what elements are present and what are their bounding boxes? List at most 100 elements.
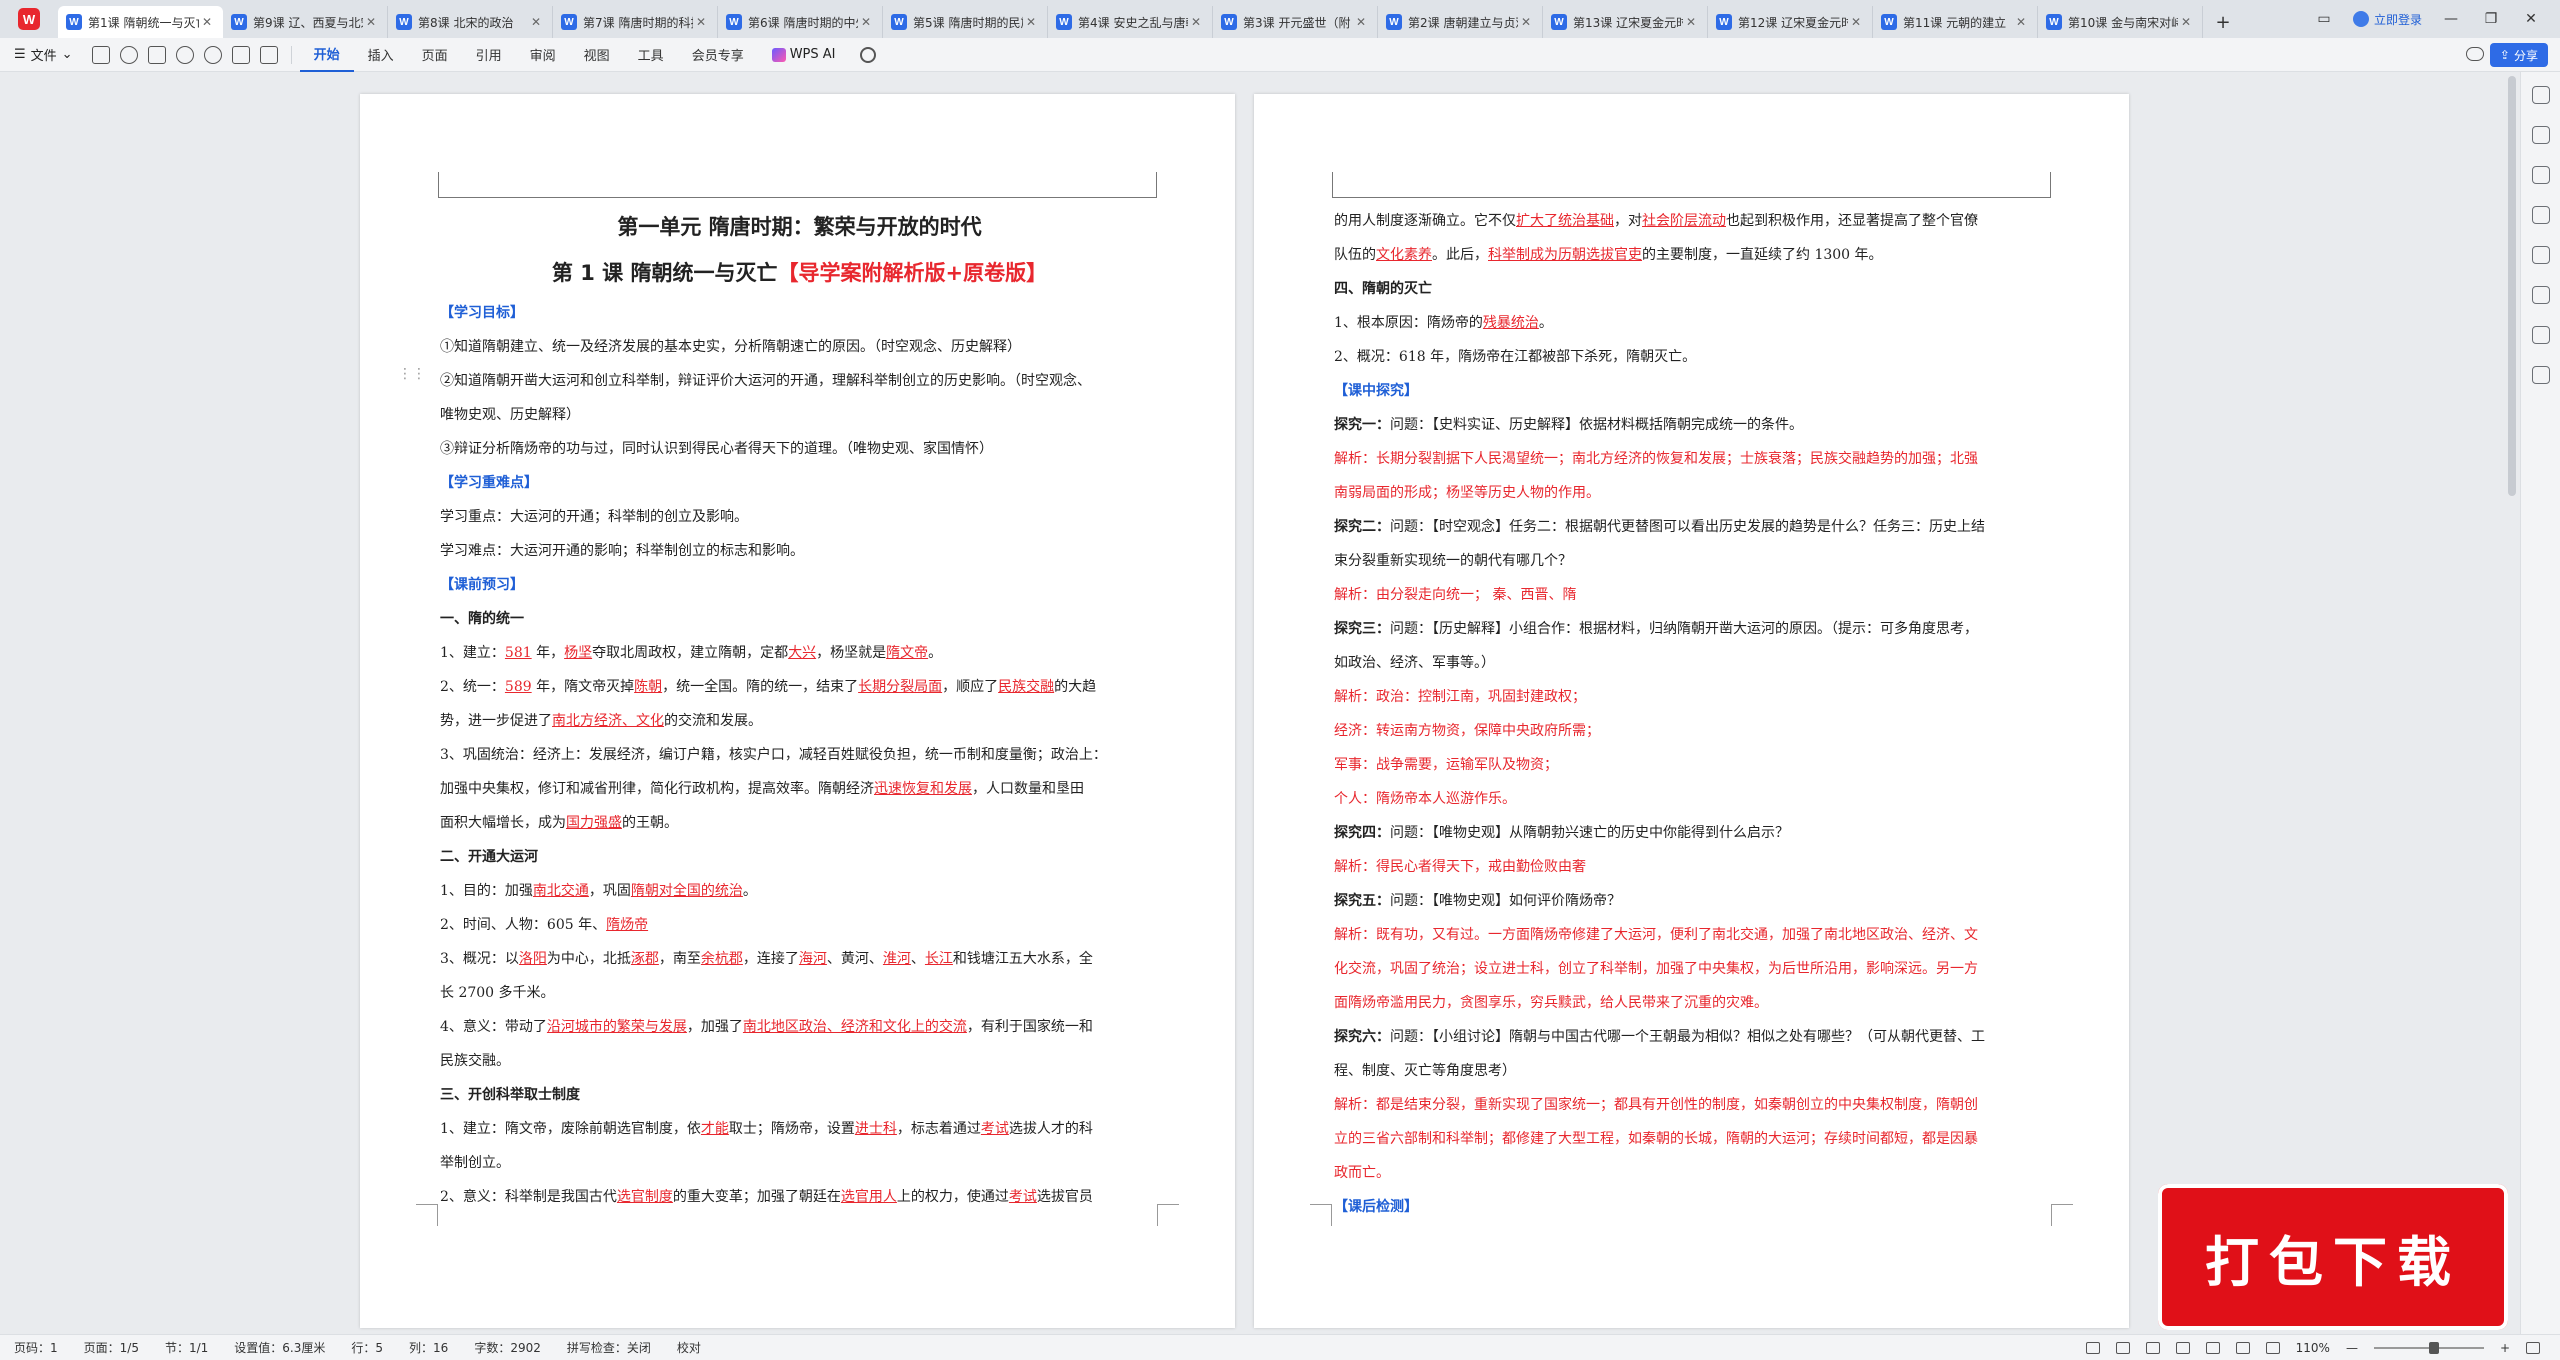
close-tab-icon[interactable]: ✕	[2013, 15, 2029, 29]
divider	[290, 45, 292, 64]
fit-icon[interactable]	[2265, 1342, 2280, 1354]
close-icon[interactable]: ✕	[2520, 11, 2542, 27]
paragraph-line: 4、意义：带动了沿河城市的繁荣与发展，加强了南北地区政治、经济和文化上的交流，有…	[440, 1019, 1093, 1035]
format-painter-icon[interactable]	[231, 45, 250, 64]
document-tab[interactable]: W 第5课 隋唐时期的民族 ✕	[883, 6, 1048, 38]
page-view-icon[interactable]	[2115, 1342, 2130, 1354]
close-tab-icon[interactable]: ✕	[1353, 15, 1369, 29]
wps-ai-label: WPS AI	[789, 47, 836, 62]
pen-icon[interactable]	[2531, 126, 2550, 144]
document-tab[interactable]: W 第13课 辽宋夏金元时期✕	[1543, 6, 1708, 38]
document-tab[interactable]: W 第6课 隋唐时期的中外 ✕	[718, 6, 883, 38]
zoom-slider[interactable]	[2373, 1342, 2484, 1354]
ribbon-tab[interactable]: 会员专享	[678, 38, 758, 72]
document-tab[interactable]: W 第12课 辽宋夏金元时 ✕	[1708, 6, 1873, 38]
zoom-level[interactable]: 110%	[2296, 1341, 2330, 1355]
wps-ai-button[interactable]: WPS AI	[758, 47, 850, 62]
close-tab-icon[interactable]: ✕	[1023, 15, 1039, 29]
tab-label: 第6课 隋唐时期的中外	[748, 15, 858, 30]
web-view-icon[interactable]	[2145, 1342, 2160, 1354]
pen-icon[interactable]	[2235, 1342, 2250, 1354]
export-icon[interactable]	[119, 45, 138, 64]
search-icon[interactable]	[859, 46, 876, 63]
close-tab-icon[interactable]: ✕	[528, 15, 544, 29]
paragraph-line: 立的三省六部制和科举制；都修建了大型工程，如秦朝的长城，隋朝的大运河；存续时间都…	[1334, 1131, 1978, 1147]
image-edit-icon[interactable]	[2531, 246, 2550, 264]
more-icon[interactable]	[2531, 366, 2550, 384]
document-tab[interactable]: W 第7课 隋唐时期的科技 ✕	[553, 6, 718, 38]
ribbon-tab[interactable]: 插入	[354, 38, 408, 72]
paragraph-line: 二、开通大运河	[440, 849, 538, 865]
layout-icon[interactable]: ▭	[2313, 11, 2335, 27]
wps-logo[interactable]: W	[0, 0, 58, 38]
file-menu[interactable]: ☰ 文件 ⌄	[0, 45, 87, 64]
ribbon-tab[interactable]: 视图	[570, 38, 624, 72]
document-tab[interactable]: W 第8课 北宋的政治 ✕	[388, 6, 553, 38]
translate-icon[interactable]	[2531, 326, 2550, 344]
vertical-scrollbar[interactable]	[2508, 76, 2516, 496]
ribbon-tab[interactable]: 引用	[462, 38, 516, 72]
ribbon-tab[interactable]: 工具	[624, 38, 678, 72]
file-menu-label: 文件	[30, 49, 57, 64]
login-button[interactable]: 立即登录	[2352, 11, 2422, 28]
restore-icon[interactable]: ❐	[2480, 11, 2502, 27]
eye-icon[interactable]	[2085, 1342, 2100, 1354]
status-spell-check[interactable]: 拼写检查：关闭	[567, 1339, 651, 1356]
ribbon-tab[interactable]: 审阅	[516, 38, 570, 72]
play-icon[interactable]	[2175, 1342, 2190, 1354]
globe-icon[interactable]	[2205, 1342, 2220, 1354]
word-doc-icon: W	[1386, 14, 1402, 30]
document-tab[interactable]: W 第11课 元朝的建立 ✕	[1873, 6, 2038, 38]
status-page-code[interactable]: 页码：1	[14, 1339, 58, 1356]
word-doc-icon: W	[66, 14, 82, 30]
download-pack-badge[interactable]: 打包下载	[2158, 1184, 2508, 1330]
save-icon[interactable]	[91, 45, 110, 64]
document-tab[interactable]: W 第3课 开元盛世（附 ✕	[1213, 6, 1378, 38]
close-tab-icon[interactable]: ✕	[858, 15, 874, 29]
close-tab-icon[interactable]: ✕	[1188, 15, 1204, 29]
paragraph-line: 1、建立：隋文帝，废除前朝选官制度，依才能取士；隋炀帝，设置进士科，标志着通过考…	[440, 1121, 1093, 1137]
paragraph-line: 1、建立：581 年，杨坚夺取北周政权，建立隋朝，定都大兴，杨坚就是隋文帝。	[440, 645, 943, 661]
ribbon-tab[interactable]: 页面	[408, 38, 462, 72]
status-pages[interactable]: 页面：1/5	[84, 1339, 139, 1356]
select-icon[interactable]	[2531, 166, 2550, 184]
redo-icon[interactable]	[203, 45, 222, 64]
crop-mark	[1310, 1204, 1332, 1226]
zoom-out-icon[interactable]: —	[2346, 1341, 2358, 1355]
close-tab-icon[interactable]: ✕	[1848, 15, 1864, 29]
collapse-icon[interactable]	[2531, 86, 2550, 104]
drag-handle-icon[interactable]: ⋮⋮	[398, 366, 426, 382]
close-tab-icon[interactable]: ✕	[1683, 15, 1699, 29]
close-tab-icon[interactable]: ✕	[2178, 15, 2194, 29]
new-tab-icon[interactable]: +	[2203, 6, 2243, 38]
undo-icon[interactable]	[175, 45, 194, 64]
status-proof[interactable]: 校对	[677, 1339, 701, 1356]
ribbon-tab[interactable]: 开始	[299, 38, 354, 72]
word-doc-icon: W	[1716, 14, 1732, 30]
document-tab[interactable]: W 第1课 隋朝统一与灭亡 ✕	[58, 6, 223, 38]
close-tab-icon[interactable]: ✕	[363, 15, 379, 29]
fullscreen-icon[interactable]	[2526, 1342, 2540, 1354]
share-button[interactable]: ⇪ 分享	[2489, 43, 2548, 67]
document-tab[interactable]: W 第4课 安史之乱与唐朝 ✕	[1048, 6, 1213, 38]
close-tab-icon[interactable]: ✕	[693, 15, 709, 29]
close-tab-icon[interactable]: ✕	[1518, 15, 1534, 29]
paragraph-line: 解析：由分裂走向统一； 秦、西晋、隋	[1334, 587, 1577, 603]
settings-icon[interactable]	[2531, 206, 2550, 224]
print-icon[interactable]	[147, 45, 166, 64]
document-tab[interactable]: W 第2课 唐朝建立与贞观 ✕	[1378, 6, 1543, 38]
page-2-content[interactable]: 的用人制度逐渐确立。它不仅扩大了统治基础，对社会阶层流动也起到积极作用，还显著提…	[1334, 204, 2053, 1224]
tools-icon[interactable]	[2531, 286, 2550, 304]
tab-label: 第10课 金与南宋对峙	[2068, 15, 2178, 30]
close-tab-icon[interactable]: ✕	[199, 15, 215, 29]
status-section[interactable]: 节：1/1	[165, 1339, 208, 1356]
image-icon[interactable]	[259, 45, 278, 64]
minimize-icon[interactable]: —	[2440, 11, 2462, 27]
page-1-content[interactable]: 第一单元 隋唐时期：繁荣与开放的时代第 1 课 隋朝统一与灭亡【导学案附解析版+…	[440, 204, 1159, 1214]
document-tab[interactable]: W 第10课 金与南宋对峙 ✕	[2038, 6, 2203, 38]
document-tab[interactable]: W 第9课 辽、西夏与北宋 ✕	[223, 6, 388, 38]
status-word-count[interactable]: 字数：2902	[474, 1339, 541, 1356]
zoom-in-icon[interactable]: +	[2500, 1341, 2510, 1355]
cloud-sync-icon[interactable]	[2466, 47, 2484, 61]
status-setting[interactable]: 设置值：6.3厘米	[234, 1339, 325, 1356]
